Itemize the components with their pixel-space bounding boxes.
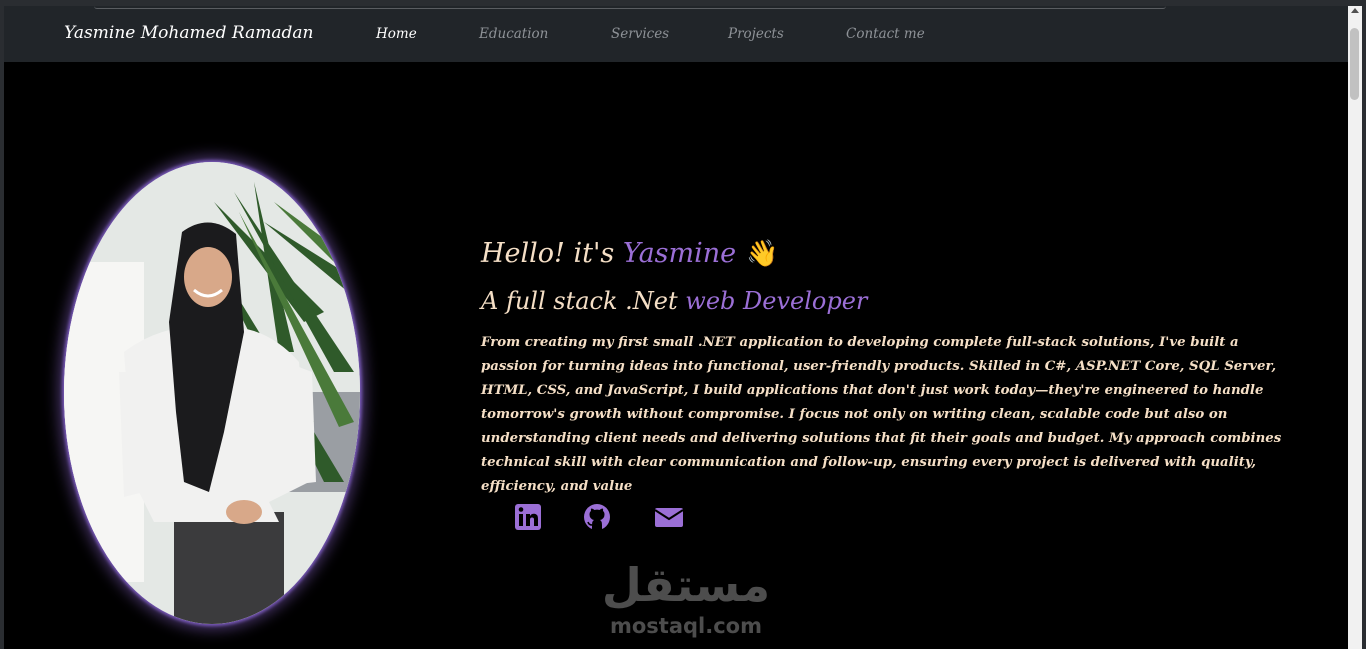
page-viewport: Yasmine Mohamed Ramadan Home Education S… (4, 6, 1348, 649)
brand-name[interactable]: Yasmine Mohamed Ramadan (64, 23, 313, 43)
subtitle-accent: web Developer (685, 287, 868, 315)
vertical-scrollbar[interactable] (1348, 6, 1362, 649)
browser-window: Yasmine Mohamed Ramadan Home Education S… (0, 0, 1366, 649)
linkedin-link[interactable] (514, 503, 544, 533)
subtitle-prefix: A full stack .Net (481, 287, 686, 315)
hero-bio: From creating my first small .NET applic… (481, 335, 1282, 494)
hero-greeting: Hello! it's Yasmine 👋 (481, 238, 779, 269)
scroll-up-icon[interactable] (1351, 8, 1359, 13)
scroll-thumb[interactable] (1350, 28, 1359, 100)
nav-link-services[interactable]: Services (611, 26, 669, 42)
github-icon (584, 504, 610, 530)
profile-photo (64, 162, 360, 624)
hero-subtitle: A full stack .Net web Developer (481, 287, 867, 315)
github-link[interactable] (583, 503, 613, 533)
greeting-name: Yasmine (622, 238, 737, 269)
envelope-icon (654, 508, 684, 527)
nav-link-projects[interactable]: Projects (728, 26, 784, 42)
wave-emoji: 👋 (746, 239, 779, 269)
watermark-latin: mostaql.com (610, 614, 762, 638)
nav-link-contact[interactable]: Contact me (846, 26, 925, 42)
watermark-arabic: مستقل (601, 558, 771, 612)
browser-top-edge (94, 6, 1166, 9)
linkedin-icon (515, 504, 541, 530)
mostaql-watermark: مستقل mostaql.com (600, 558, 772, 648)
nav-link-home[interactable]: Home (376, 26, 417, 42)
email-link[interactable] (654, 503, 684, 533)
navbar: Yasmine Mohamed Ramadan Home Education S… (4, 6, 1348, 62)
nav-link-education[interactable]: Education (479, 26, 548, 42)
greeting-prefix: Hello! it's (481, 238, 623, 269)
